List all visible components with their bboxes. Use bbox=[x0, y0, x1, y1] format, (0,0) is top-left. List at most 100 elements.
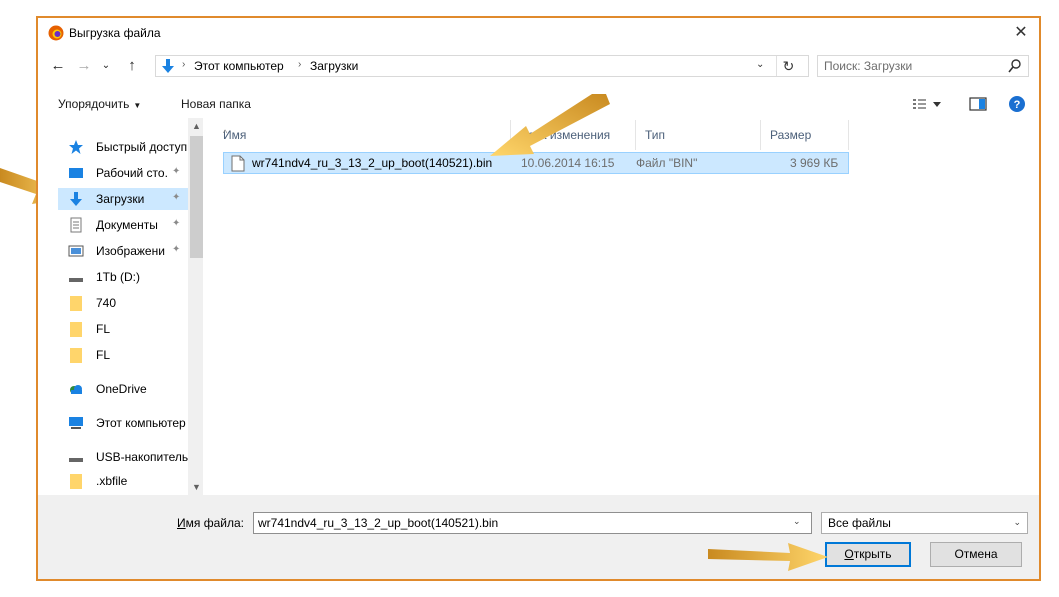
computer-icon bbox=[69, 417, 83, 429]
search-placeholder: Поиск: Загрузки bbox=[824, 59, 913, 73]
pin-icon[interactable]: ✦ bbox=[172, 166, 180, 177]
up-button[interactable]: ↑ bbox=[122, 56, 142, 76]
sidebar-item-label: Рабочий сто. bbox=[96, 166, 168, 180]
sidebar-item-onedrive[interactable]: OneDrive bbox=[58, 378, 198, 400]
back-button[interactable]: ← bbox=[48, 56, 68, 76]
sidebar-item-label: Загрузки bbox=[96, 192, 145, 206]
navigation-bar: ← → ⌄ ↑ › Этот компьютер › Загрузки ⌄ ↻ … bbox=[38, 52, 1039, 82]
pin-icon[interactable]: ✦ bbox=[172, 244, 180, 255]
onedrive-icon bbox=[70, 385, 82, 394]
scroll-up-arrow-icon[interactable]: ▲ bbox=[188, 118, 203, 134]
folder-icon bbox=[70, 322, 82, 337]
sidebar-item-xbfile[interactable]: .xbfile bbox=[58, 470, 198, 492]
sidebar-item-label: FL bbox=[96, 322, 111, 336]
sidebar-item-pictures[interactable]: Изображени ✦ bbox=[58, 240, 198, 262]
pictures-icon bbox=[68, 245, 84, 257]
sidebar-item-label: 1Tb (D:) bbox=[96, 270, 141, 284]
filename-label: Имя файла: bbox=[177, 516, 244, 530]
pin-icon[interactable]: ✦ bbox=[172, 218, 180, 229]
sidebar-item-folder-fl[interactable]: FL bbox=[58, 318, 198, 340]
folder-icon bbox=[70, 474, 82, 489]
sidebar-item-this-pc[interactable]: Этот компьютер bbox=[58, 412, 198, 434]
scrollbar-thumb[interactable] bbox=[190, 136, 203, 258]
sidebar-item-label: .xbfile bbox=[96, 474, 128, 488]
drive-icon bbox=[69, 278, 83, 282]
filename-input[interactable] bbox=[253, 512, 812, 534]
sidebar-item-label: USB-накопитель bbox=[96, 450, 189, 464]
navigation-pane: Быстрый доступ Рабочий сто. ✦ Загрузки ✦… bbox=[38, 118, 203, 495]
open-accesskey: О bbox=[844, 547, 854, 561]
folder-icon bbox=[70, 348, 82, 363]
pin-icon[interactable]: ✦ bbox=[172, 192, 180, 203]
close-button[interactable]: ✕ bbox=[1009, 21, 1033, 45]
column-label: Тип bbox=[645, 128, 666, 142]
address-history-dropdown[interactable]: ⌄ bbox=[756, 59, 764, 70]
download-arrow-icon bbox=[162, 59, 174, 73]
sidebar-item-folder-740[interactable]: 740 bbox=[58, 292, 198, 314]
sidebar-item-folder-fl-2[interactable]: FL bbox=[58, 344, 198, 366]
file-type-filter-select[interactable]: Все файлы ⌄ bbox=[821, 512, 1028, 534]
breadcrumb-separator: › bbox=[182, 59, 186, 70]
breadcrumb-this-pc[interactable]: Этот компьютер bbox=[194, 59, 284, 73]
cancel-button[interactable]: Отмена bbox=[930, 542, 1022, 567]
folder-icon bbox=[70, 296, 82, 311]
title-bar: Выгрузка файла ✕ bbox=[38, 18, 1039, 48]
help-icon[interactable]: ? bbox=[1007, 95, 1027, 113]
star-icon bbox=[69, 140, 83, 154]
file-size: 3 969 КБ bbox=[790, 156, 839, 170]
sidebar-item-drive-d[interactable]: 1Tb (D:) bbox=[58, 266, 198, 288]
window-title: Выгрузка файла bbox=[69, 26, 161, 40]
sidebar-item-label: OneDrive bbox=[96, 382, 147, 396]
sidebar-item-documents[interactable]: Документы ✦ bbox=[58, 214, 198, 236]
search-input[interactable]: Поиск: Загрузки bbox=[817, 55, 1029, 77]
documents-icon bbox=[70, 217, 82, 233]
organize-label: Упорядочить bbox=[58, 97, 130, 111]
file-list: Имя ^ Дата изменения Тип Размер wr741ndv… bbox=[214, 94, 1039, 495]
file-name: wr741ndv4_ru_3_13_2_up_boot(140521).bin bbox=[252, 156, 493, 170]
file-type: Файл "BIN" bbox=[636, 156, 698, 170]
sidebar-item-downloads[interactable]: Загрузки ✦ bbox=[58, 188, 198, 210]
column-header-name[interactable]: Имя ^ bbox=[214, 120, 511, 150]
usb-drive-icon bbox=[69, 458, 83, 462]
chevron-down-icon: ▼ bbox=[133, 101, 142, 110]
file-type-filter-value: Все файлы bbox=[828, 516, 891, 530]
filename-label-accesskey: И bbox=[177, 516, 186, 530]
content-area: Быстрый доступ Рабочий сто. ✦ Загрузки ✦… bbox=[38, 94, 1039, 495]
sidebar-item-label: Документы bbox=[96, 218, 158, 232]
sidebar-item-label: FL bbox=[96, 348, 111, 362]
column-header-size[interactable]: Размер bbox=[761, 120, 849, 150]
address-bar[interactable]: › Этот компьютер › Загрузки ⌄ ↻ bbox=[155, 55, 809, 77]
search-icon bbox=[1008, 59, 1021, 73]
dialog-footer: Имя файла: ⌄ Все файлы ⌄ Открыть Отмена bbox=[38, 495, 1039, 579]
sidebar-scrollbar[interactable]: ▲ ▼ bbox=[188, 118, 203, 495]
view-options-icon[interactable] bbox=[911, 95, 945, 113]
breadcrumb-downloads[interactable]: Загрузки bbox=[310, 59, 358, 73]
scroll-down-arrow-icon[interactable]: ▼ bbox=[188, 479, 203, 495]
chevron-down-icon[interactable]: ⌄ bbox=[793, 516, 801, 527]
sort-ascending-icon: ^ bbox=[223, 128, 228, 138]
new-folder-button[interactable]: Новая папка bbox=[181, 97, 251, 111]
annotation-arrow-open bbox=[708, 543, 828, 571]
open-label: ткрыть bbox=[853, 547, 892, 561]
column-header-type[interactable]: Тип bbox=[636, 120, 761, 150]
recent-locations-button[interactable]: ⌄ bbox=[96, 56, 116, 76]
sidebar-item-label: Этот компьютер bbox=[96, 416, 186, 430]
chevron-down-icon: ⌄ bbox=[1013, 517, 1021, 527]
filename-label-text: мя файла: bbox=[185, 516, 244, 530]
annotation-arrow-file bbox=[490, 94, 610, 156]
desktop-icon bbox=[69, 168, 83, 178]
column-label: Размер bbox=[770, 128, 812, 142]
sidebar-item-usb[interactable]: USB-накопитель bbox=[58, 446, 198, 468]
firefox-icon bbox=[48, 25, 64, 41]
breadcrumb-separator: › bbox=[298, 59, 302, 70]
preview-pane-icon[interactable] bbox=[968, 95, 988, 113]
sidebar-item-label: Быстрый доступ bbox=[96, 140, 188, 154]
open-button[interactable]: Открыть bbox=[825, 542, 911, 567]
sidebar-item-quick-access[interactable]: Быстрый доступ bbox=[58, 136, 198, 158]
file-upload-dialog: Выгрузка файла ✕ ← → ⌄ ↑ › Этот компьюте… bbox=[36, 16, 1041, 581]
download-arrow-icon bbox=[70, 192, 82, 206]
forward-button[interactable]: → bbox=[74, 56, 94, 76]
refresh-button[interactable]: ↻ bbox=[776, 56, 800, 76]
sidebar-item-desktop[interactable]: Рабочий сто. ✦ bbox=[58, 162, 198, 184]
organize-menu[interactable]: Упорядочить ▼ bbox=[58, 97, 141, 111]
